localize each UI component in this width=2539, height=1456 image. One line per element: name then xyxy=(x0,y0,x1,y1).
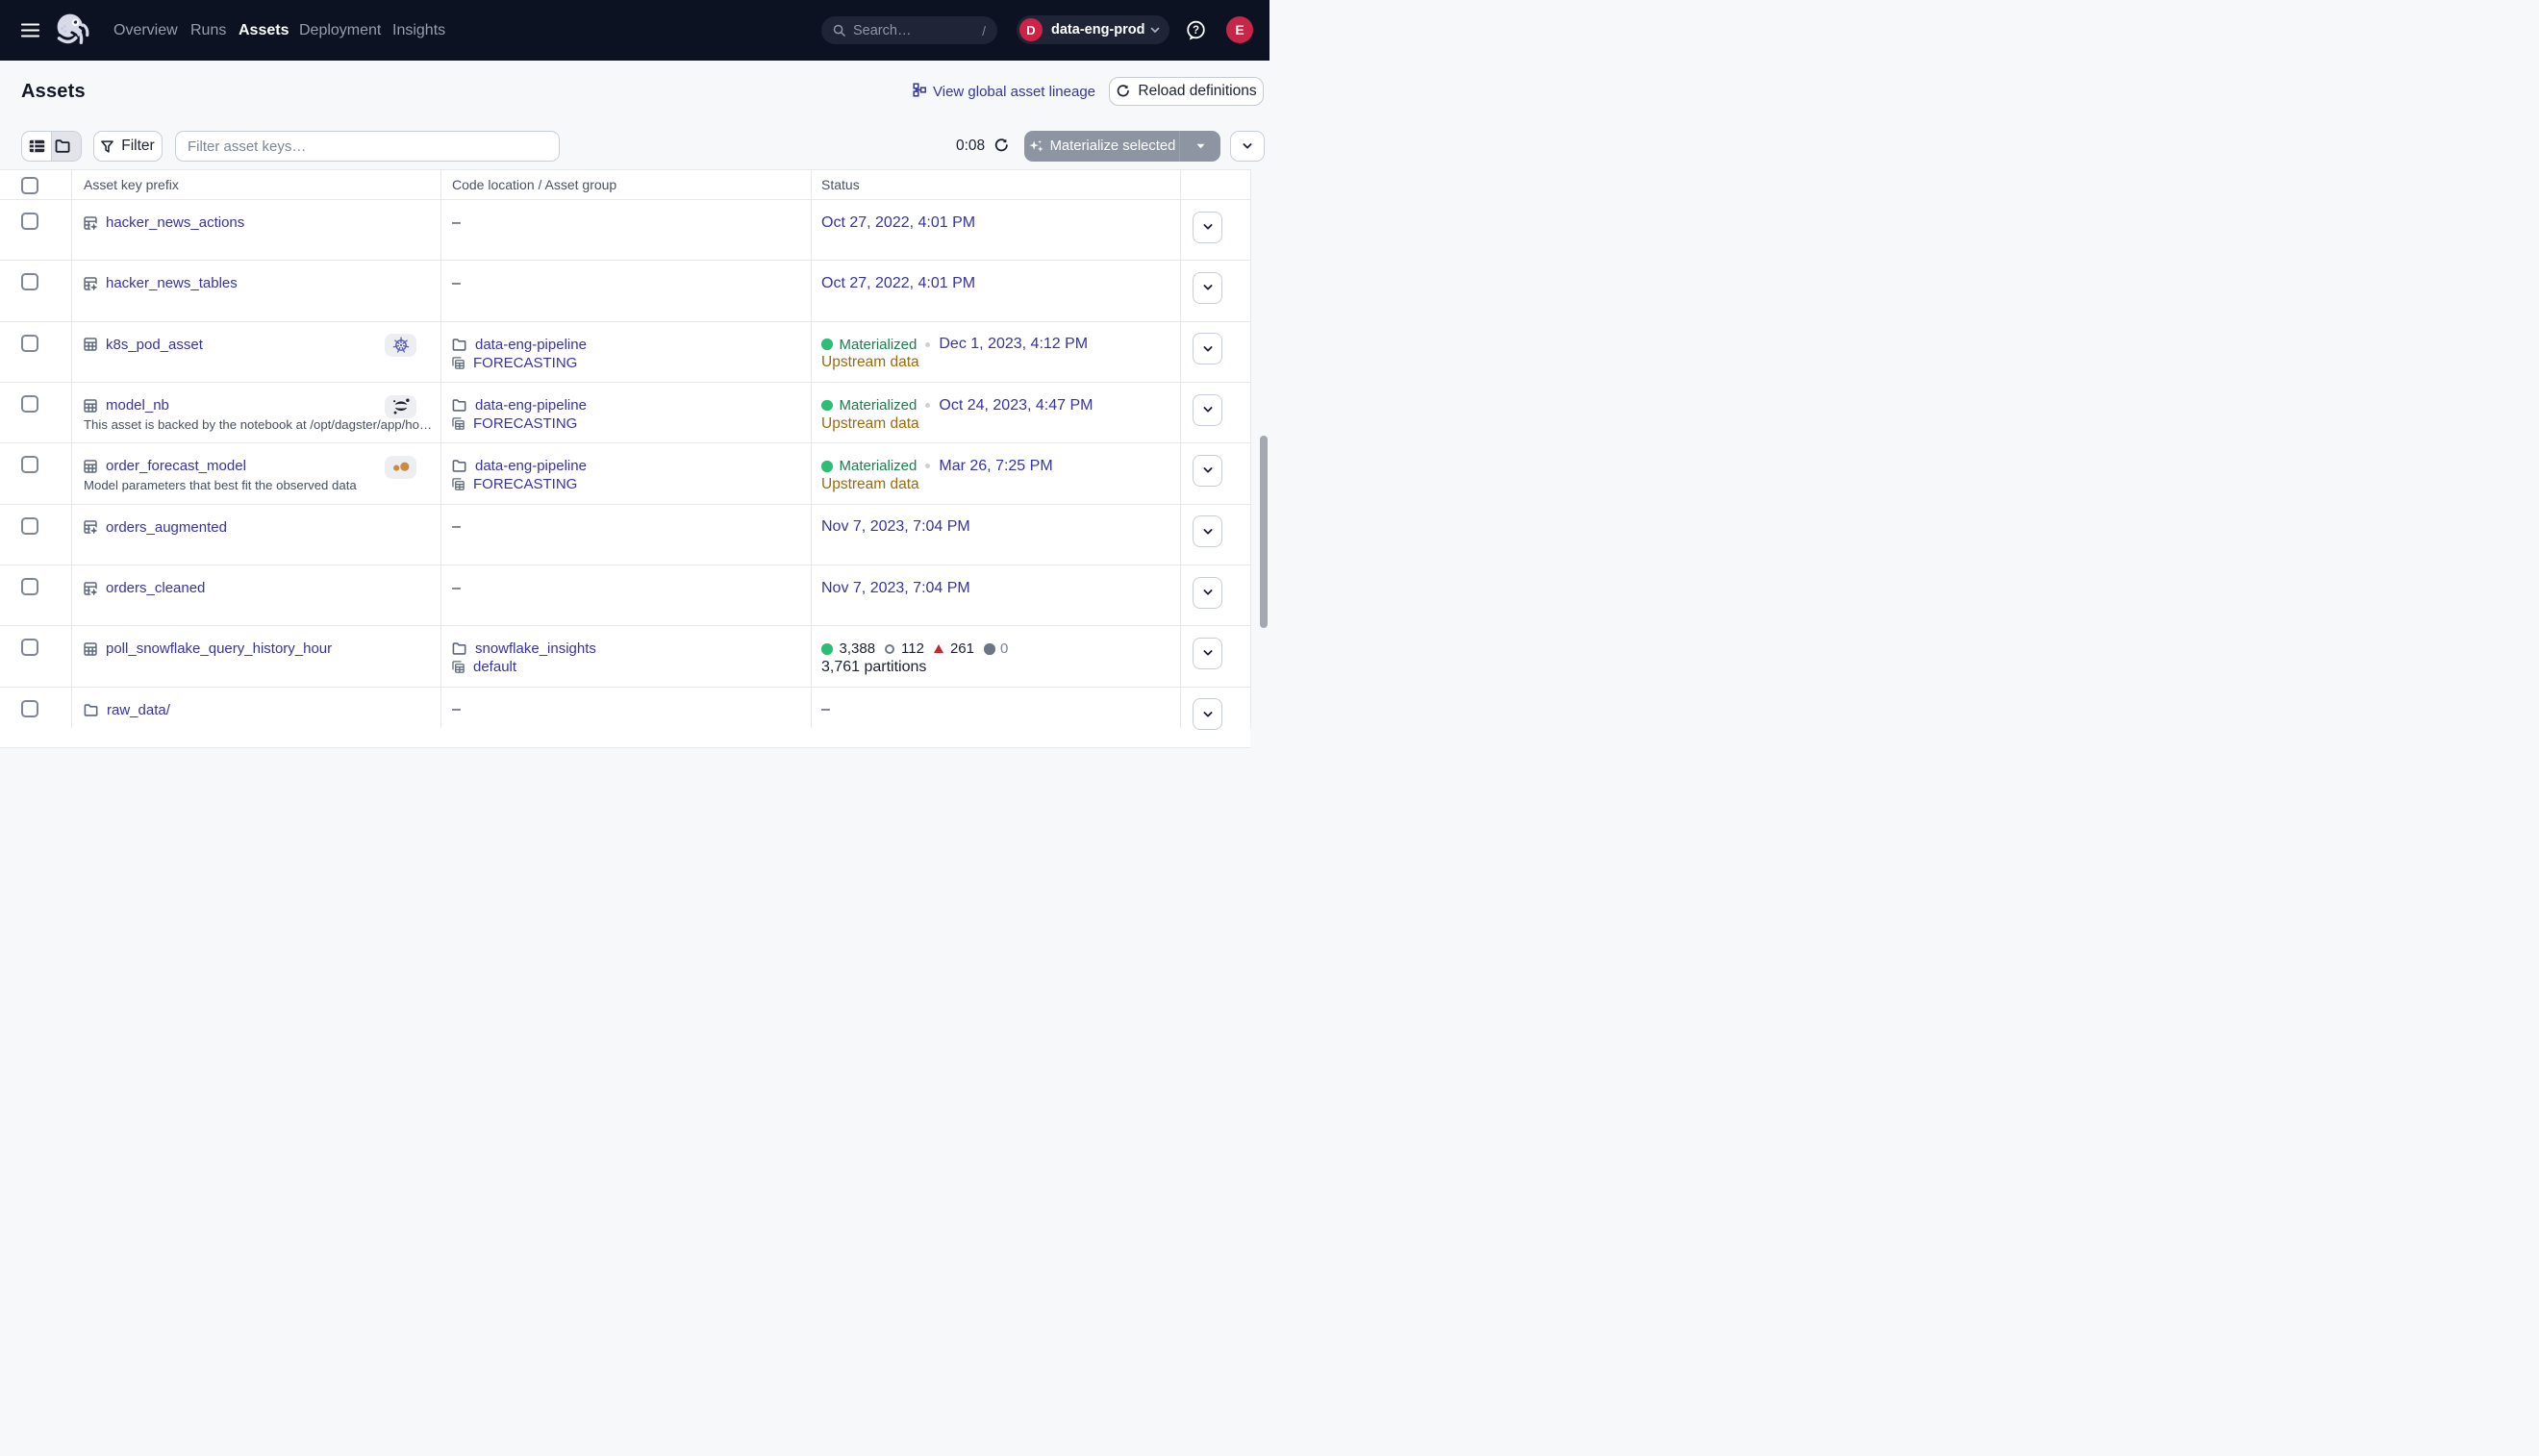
svg-text:?: ? xyxy=(1193,25,1199,37)
